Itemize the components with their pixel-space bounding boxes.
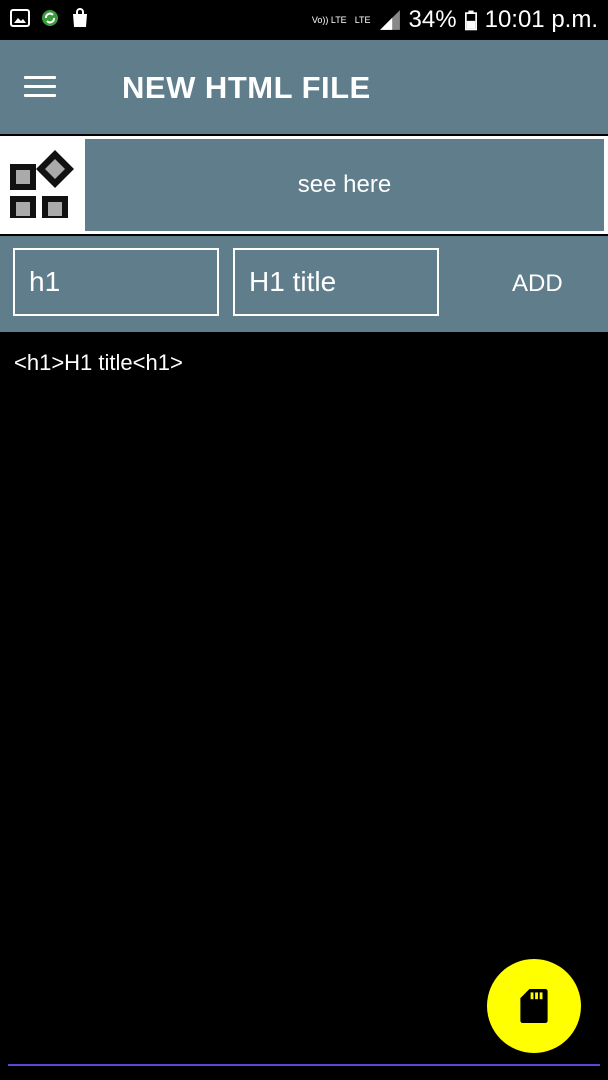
status-bar-notifications [10, 8, 90, 28]
sd-card-icon [520, 989, 548, 1023]
tag-input[interactable] [13, 248, 219, 316]
status-bar: Vo)) LTE LTE 34% 10:01 p.m. [0, 0, 608, 40]
add-button[interactable]: ADD [512, 270, 563, 298]
page-title: NEW HTML FILE [122, 70, 371, 105]
battery-icon [464, 10, 477, 31]
hamburger-menu-icon[interactable] [24, 76, 56, 100]
status-bar-system: Vo)) LTE LTE 34% 10:01 p.m. [312, 6, 598, 34]
save-fab-button[interactable] [487, 959, 581, 1053]
shopping-bag-icon [73, 8, 87, 27]
bottom-divider [8, 1064, 600, 1066]
see-here-button[interactable]: see here [85, 139, 604, 231]
sync-icon [42, 10, 58, 26]
app-grid-icon[interactable] [4, 146, 76, 218]
tag-input-row: ADD [0, 236, 608, 332]
app-toolbar: NEW HTML FILE [0, 40, 608, 134]
signal-icon [379, 10, 400, 30]
html-output: <h1>H1 title<h1> [14, 350, 183, 375]
lte-indicator: LTE [354, 14, 371, 25]
volte-label: Vo)) LTE [311, 14, 347, 25]
image-icon [10, 9, 30, 27]
clock: 10:01 p.m. [484, 6, 598, 33]
banner: see here [0, 136, 608, 234]
battery-percent: 34% [408, 6, 457, 33]
content-input[interactable] [233, 248, 439, 316]
volte-indicator: Vo)) LTE [311, 14, 347, 25]
